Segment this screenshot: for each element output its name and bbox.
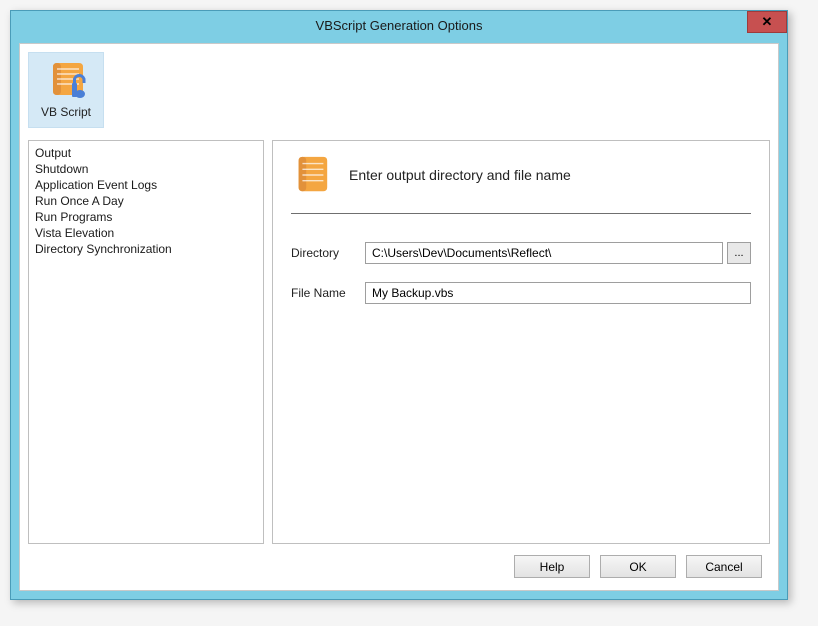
main-header: Enter output directory and file name <box>349 167 571 183</box>
sidebar-item-output[interactable]: Output <box>35 145 257 161</box>
sidebar-item-directory-synchronization[interactable]: Directory Synchronization <box>35 241 257 257</box>
directory-label: Directory <box>291 246 351 260</box>
filename-input[interactable] <box>365 282 751 304</box>
ok-button[interactable]: OK <box>600 555 676 578</box>
sidebar-item-run-programs[interactable]: Run Programs <box>35 209 257 225</box>
client-area: VB Script Output Shutdown Application Ev… <box>19 43 779 591</box>
main-header-row: Enter output directory and file name <box>291 155 751 213</box>
close-icon: ✕ <box>762 14 773 30</box>
close-button[interactable]: ✕ <box>747 11 787 33</box>
dialog-window: VBScript Generation Options ✕ VB Scrip <box>10 10 788 600</box>
divider <box>291 213 751 214</box>
sidebar-item-vista-elevation[interactable]: Vista Elevation <box>35 225 257 241</box>
sidebar-item-run-once-a-day[interactable]: Run Once A Day <box>35 193 257 209</box>
filename-label: File Name <box>291 286 351 300</box>
titlebar[interactable]: VBScript Generation Options ✕ <box>11 11 787 39</box>
content-row: Output Shutdown Application Event Logs R… <box>28 140 770 544</box>
directory-row: Directory ... <box>291 242 751 264</box>
button-row: Help OK Cancel <box>514 555 762 578</box>
directory-input[interactable] <box>365 242 723 264</box>
main-panel: Enter output directory and file name Dir… <box>272 140 770 544</box>
vbscript-tile-label: VB Script <box>41 105 91 119</box>
sidebar-item-application-event-logs[interactable]: Application Event Logs <box>35 177 257 193</box>
icon-bar: VB Script <box>20 44 778 130</box>
vbscript-tile[interactable]: VB Script <box>28 52 104 128</box>
scroll-icon <box>45 61 87 103</box>
browse-button[interactable]: ... <box>727 242 751 264</box>
filename-row: File Name <box>291 282 751 304</box>
sidebar: Output Shutdown Application Event Logs R… <box>28 140 264 544</box>
cancel-button[interactable]: Cancel <box>686 555 762 578</box>
window-title: VBScript Generation Options <box>316 18 483 33</box>
help-button[interactable]: Help <box>514 555 590 578</box>
sidebar-item-shutdown[interactable]: Shutdown <box>35 161 257 177</box>
scroll-icon <box>291 155 331 195</box>
